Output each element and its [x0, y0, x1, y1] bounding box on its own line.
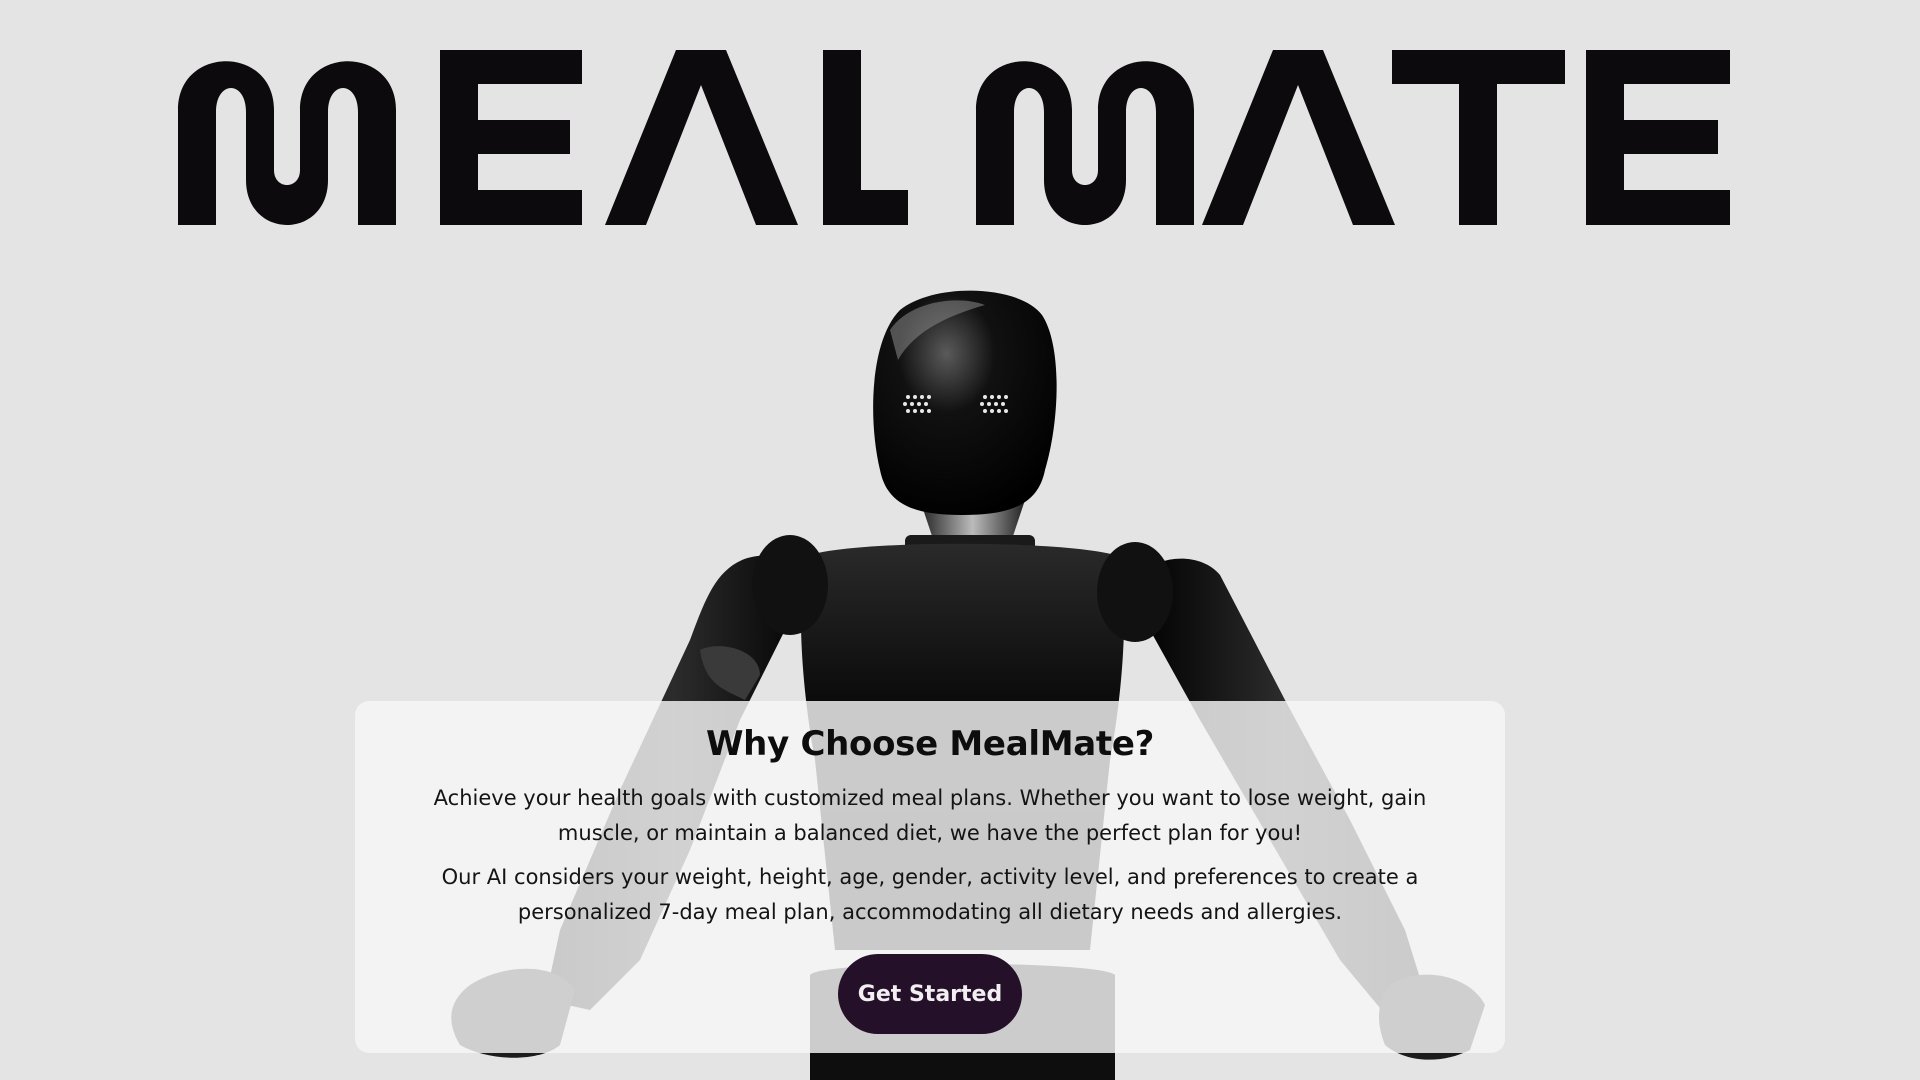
landing-page: Why Choose MealMate? Achieve your health… [0, 0, 1920, 1080]
card-paragraph-goals: Achieve your health goals with customize… [433, 786, 1427, 845]
why-choose-card: Why Choose MealMate? Achieve your health… [355, 701, 1505, 1053]
card-paragraph-ai: Our AI considers your weight, height, ag… [441, 865, 1419, 924]
card-title: Why Choose MealMate? [705, 724, 1155, 764]
get-started-button[interactable]: Get Started [838, 954, 1022, 1034]
